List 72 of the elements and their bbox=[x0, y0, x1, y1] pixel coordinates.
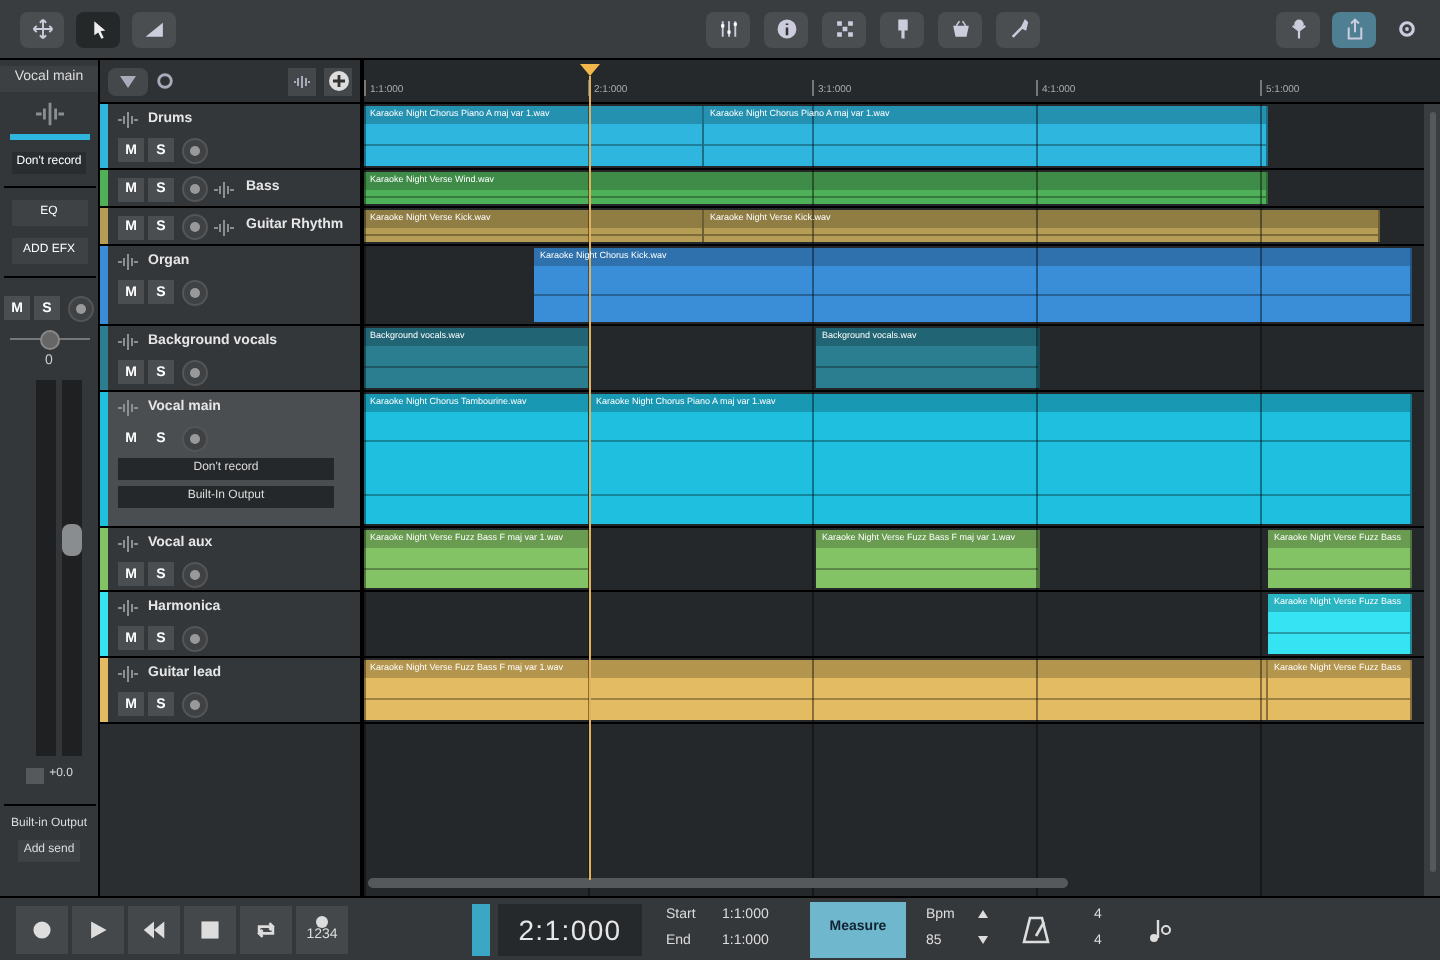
add-track-menu-button[interactable] bbox=[108, 67, 148, 95]
horizontal-scrollbar[interactable] bbox=[368, 878, 1068, 888]
mixer-icon bbox=[717, 18, 739, 40]
record-arm-button[interactable] bbox=[182, 176, 208, 202]
record-arm-button[interactable] bbox=[182, 137, 208, 163]
waveform-icon bbox=[214, 181, 234, 197]
record-arm-button[interactable] bbox=[68, 295, 94, 321]
vertical-scrollbar[interactable] bbox=[1424, 104, 1440, 896]
record-arm-button[interactable] bbox=[182, 691, 208, 717]
share-icon bbox=[1343, 18, 1365, 40]
waveform-icon bbox=[118, 334, 138, 351]
transport-button[interactable] bbox=[184, 905, 236, 953]
pan-knob[interactable] bbox=[39, 329, 59, 349]
transport-button[interactable] bbox=[72, 905, 124, 953]
record-arm-button[interactable] bbox=[182, 561, 208, 587]
toolbar-button[interactable] bbox=[1276, 11, 1320, 47]
record-arm-button[interactable] bbox=[182, 359, 208, 385]
toolbar-button[interactable] bbox=[1332, 11, 1376, 47]
record-arm-button[interactable] bbox=[182, 625, 208, 651]
toolbar-button[interactable] bbox=[706, 11, 750, 47]
toolbar-button[interactable] bbox=[76, 11, 120, 47]
waveform-icon bbox=[118, 400, 138, 417]
bpm-up-button[interactable] bbox=[974, 905, 990, 921]
loop-icon bbox=[254, 917, 278, 941]
toolbar-button[interactable] bbox=[764, 11, 808, 47]
record-arm-button[interactable] bbox=[182, 279, 208, 305]
toolbar-button[interactable] bbox=[996, 11, 1040, 47]
transport-button[interactable] bbox=[128, 905, 180, 953]
position-display: 2:1:000 bbox=[498, 903, 642, 955]
settings-icon bbox=[1395, 18, 1417, 40]
waveform-icon bbox=[118, 666, 138, 683]
toolbar-button[interactable] bbox=[822, 11, 866, 47]
add-track-button[interactable] bbox=[324, 67, 352, 95]
grid-icon bbox=[833, 18, 855, 40]
record-icon bbox=[30, 917, 54, 941]
level-bar bbox=[9, 133, 89, 139]
pan-slider[interactable] bbox=[9, 329, 89, 349]
toolbar-button[interactable] bbox=[938, 11, 982, 47]
waveform-toggle-button[interactable] bbox=[288, 67, 316, 95]
basket-icon bbox=[949, 18, 971, 40]
monitor-toggle[interactable] bbox=[472, 903, 490, 955]
waveform-icon bbox=[292, 73, 312, 89]
bpm-down-button[interactable] bbox=[974, 932, 990, 948]
caret-up-icon bbox=[977, 909, 987, 917]
waveform-icon bbox=[118, 112, 138, 129]
metronome-icon[interactable] bbox=[1022, 915, 1050, 943]
tree-icon bbox=[1287, 18, 1309, 40]
volume-fader[interactable] bbox=[61, 380, 81, 756]
record-arm-button[interactable] bbox=[182, 214, 208, 240]
wrench-icon bbox=[1007, 18, 1029, 40]
rewind-icon bbox=[142, 917, 166, 941]
play-icon bbox=[86, 917, 110, 941]
record-arm-button[interactable] bbox=[182, 425, 208, 451]
waveform-icon bbox=[214, 219, 234, 235]
waveform-icon bbox=[118, 254, 138, 271]
note-icon[interactable] bbox=[1145, 915, 1174, 943]
waveform-icon bbox=[118, 536, 138, 553]
toolbar-button[interactable] bbox=[20, 11, 64, 47]
ramp-icon bbox=[143, 18, 165, 40]
settings-icon[interactable] bbox=[156, 72, 174, 90]
toolbar-button[interactable] bbox=[880, 11, 924, 47]
caret-down-icon bbox=[977, 936, 987, 944]
info-icon bbox=[775, 18, 797, 40]
transport-button[interactable] bbox=[16, 905, 68, 953]
plus-icon bbox=[327, 70, 349, 92]
fader-thumb[interactable] bbox=[61, 524, 81, 557]
stop-icon bbox=[198, 917, 222, 941]
transport-button[interactable] bbox=[240, 905, 292, 953]
toolbar-button[interactable] bbox=[132, 11, 176, 47]
waveform-icon bbox=[35, 101, 63, 125]
move-icon bbox=[31, 18, 53, 40]
waveform-icon bbox=[118, 600, 138, 617]
